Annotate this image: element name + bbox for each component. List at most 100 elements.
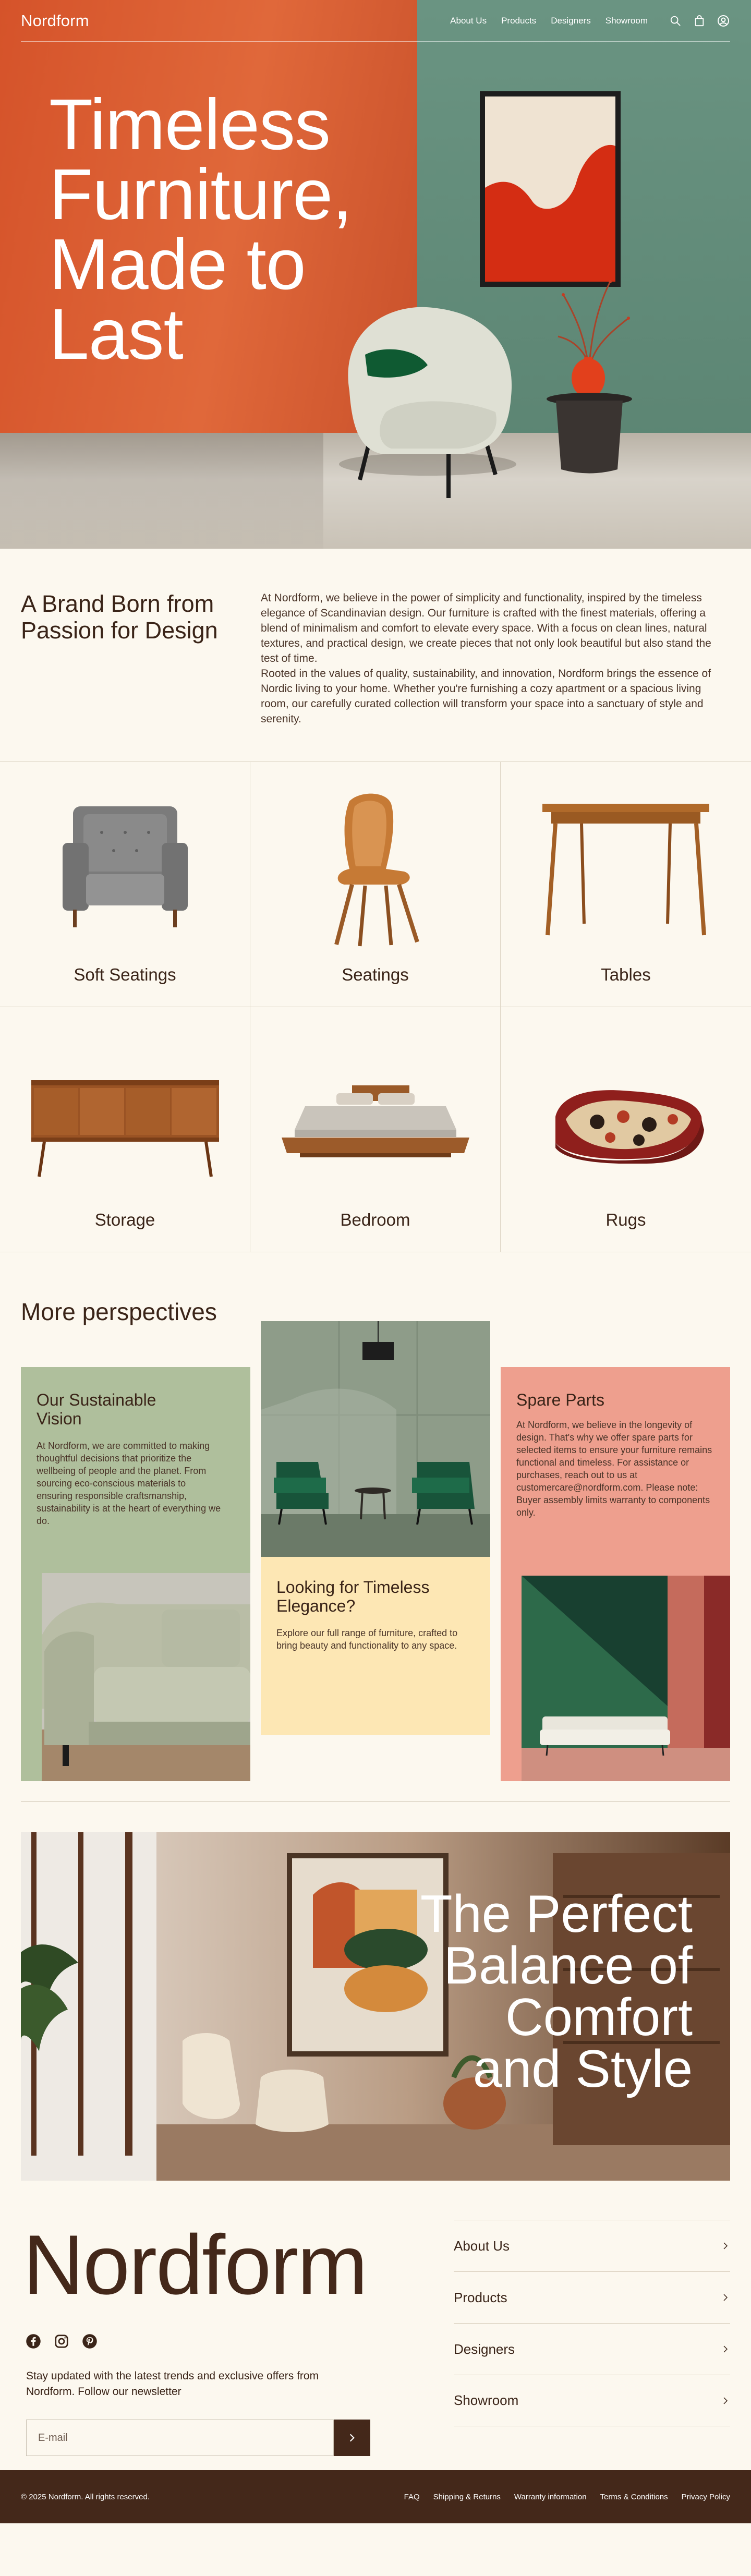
hero: Nordform About Us Products Designers Sho…	[0, 0, 751, 549]
newsletter-form	[26, 2420, 370, 2456]
timeless-elegance-content: Looking for Timeless Elegance? Explore o…	[261, 1557, 490, 1673]
footer-brand: Nordform	[23, 2218, 368, 2312]
email-input[interactable]	[26, 2420, 334, 2456]
perspectives-heading: More perspectives	[21, 1298, 217, 1325]
category-label: Storage	[94, 1210, 155, 1229]
footer-nav-products[interactable]: Products	[454, 2271, 730, 2323]
sustainable-vision-content: Our Sustainable Vision At Nordform, we a…	[21, 1367, 250, 1527]
lounge-chairs-image	[261, 1321, 490, 1557]
instagram-icon[interactable]	[53, 2333, 70, 2350]
spare-parts-card[interactable]: Spare Parts At Nordform, we believe in t…	[501, 1367, 730, 1781]
nav-icons	[669, 14, 730, 28]
brand-logo[interactable]: Nordform	[21, 11, 89, 30]
nav-right: About Us Products Designers Showroom	[450, 14, 730, 28]
comfort-style-banner: The Perfect Balance of Comfort and Style	[21, 1832, 730, 2181]
footer-nav-label: About Us	[454, 2238, 510, 2254]
legal-link-terms[interactable]: Terms & Conditions	[600, 2493, 668, 2501]
user-icon[interactable]	[717, 14, 730, 28]
newsletter-text: Stay updated with the latest trends and …	[26, 2370, 319, 2398]
chevron-right-icon	[723, 2345, 728, 2353]
sustainable-vision-title: Our Sustainable Vision	[37, 1390, 156, 1428]
chevron-right-icon	[723, 2242, 728, 2250]
rug-image	[555, 1090, 704, 1164]
category-storage[interactable]: Storage	[0, 1007, 250, 1252]
category-label: Seatings	[342, 965, 409, 984]
spare-parts-text: At Nordform, we believe in the longevity…	[516, 1420, 712, 1518]
hero-floor-shadow	[0, 433, 323, 549]
facebook-icon[interactable]	[25, 2333, 42, 2350]
footer-nav-label: Designers	[454, 2341, 515, 2357]
newsletter-submit-button[interactable]	[334, 2420, 370, 2456]
hero-title-line: Made to	[49, 224, 306, 305]
nav-link-products[interactable]: Products	[501, 16, 536, 26]
nav-link-about[interactable]: About Us	[450, 16, 487, 26]
brand-paragraph: Rooted in the values of quality, sustain…	[261, 668, 711, 725]
spare-parts-title: Spare Parts	[516, 1390, 604, 1409]
lounge-chairs-photo[interactable]	[261, 1321, 490, 1557]
sustainable-vision-text: At Nordform, we are committed to making …	[37, 1441, 221, 1526]
footer-nav-designers[interactable]: Designers	[454, 2323, 730, 2375]
social-links	[25, 2333, 98, 2350]
brand-paragraph: At Nordform, we believe in the power of …	[261, 592, 711, 664]
banner-title-line: Comfort	[505, 1988, 693, 2047]
chair-image	[334, 793, 419, 947]
legal-link-privacy[interactable]: Privacy Policy	[682, 2493, 730, 2501]
footer-nav-showroom[interactable]: Showroom	[454, 2375, 730, 2426]
footer-navigation: About Us Products Designers Showroom	[454, 2220, 730, 2426]
bottom-bar: © 2025 Nordform. All rights reserved. FA…	[0, 2470, 751, 2523]
footer-nav-about[interactable]: About Us	[454, 2220, 730, 2271]
search-icon[interactable]	[669, 14, 682, 28]
footer: Nordform Stay updated with the latest tr…	[0, 2181, 751, 2523]
nav-link-showroom[interactable]: Showroom	[605, 16, 648, 26]
banner-title-line: and Style	[473, 2040, 693, 2098]
category-label: Bedroom	[340, 1210, 410, 1229]
category-seatings[interactable]: Seatings	[250, 762, 501, 1007]
category-bedroom[interactable]: Bedroom	[250, 1007, 501, 1252]
sustainable-vision-card[interactable]: Our Sustainable Vision At Nordform, we a…	[21, 1367, 250, 1781]
white-sofa-photo	[522, 1576, 730, 1781]
legal-link-warranty[interactable]: Warranty information	[514, 2493, 587, 2501]
category-grid: Soft Seatings Seatings Tables Storage Be…	[0, 761, 751, 1252]
nav-links: About Us Products Designers Showroom	[450, 16, 648, 26]
sofa-photo	[42, 1573, 250, 1781]
top-navigation: Nordform About Us Products Designers Sho…	[21, 0, 730, 42]
shopping-bag-icon[interactable]	[693, 14, 706, 28]
table-image	[542, 804, 709, 936]
hero-title-line: Furniture,	[49, 154, 353, 235]
copyright: © 2025 Nordform. All rights reserved.	[21, 2492, 150, 2501]
legal-link-faq[interactable]: FAQ	[404, 2493, 420, 2501]
hero-side-table	[547, 280, 632, 474]
category-label: Tables	[601, 965, 651, 984]
timeless-elegance-title: Looking for Timeless Elegance?	[276, 1578, 430, 1615]
pinterest-icon[interactable]	[81, 2333, 98, 2350]
legal-links: FAQ Shipping & Returns Warranty informat…	[404, 2493, 730, 2501]
category-label: Soft Seatings	[74, 965, 176, 984]
armchair-image	[62, 806, 188, 927]
chevron-right-icon	[723, 2397, 728, 2404]
banner-title-line: The Perfect	[420, 1885, 693, 1943]
brand-section: A Brand Born from Passion for Design At …	[0, 549, 751, 761]
hero-title: Timeless Furniture, Made to Last	[49, 89, 425, 370]
chevron-right-icon	[723, 2294, 728, 2301]
category-rugs[interactable]: Rugs	[501, 1007, 751, 1252]
footer-main: Nordform Stay updated with the latest tr…	[0, 2181, 751, 2470]
nav-link-designers[interactable]: Designers	[551, 16, 591, 26]
timeless-elegance-text: Explore our full range of furniture, cra…	[276, 1628, 458, 1651]
timeless-elegance-card[interactable]: Looking for Timeless Elegance? Explore o…	[261, 1557, 490, 1735]
category-tables[interactable]: Tables	[501, 762, 751, 1007]
banner-title-line: Balance of	[443, 1937, 693, 1995]
section-divider	[21, 1801, 730, 1802]
banner-title: The Perfect Balance of Comfort and Style	[380, 1888, 693, 2098]
footer-nav-label: Showroom	[454, 2392, 519, 2408]
legal-link-shipping[interactable]: Shipping & Returns	[433, 2493, 501, 2501]
footer-nav-label: Products	[454, 2289, 507, 2305]
category-soft-seatings[interactable]: Soft Seatings	[0, 762, 250, 1007]
bed-image	[281, 1085, 469, 1157]
spare-parts-content: Spare Parts At Nordform, we believe in t…	[501, 1367, 730, 1519]
brand-heading: A Brand Born from Passion for Design	[21, 590, 218, 644]
hero-title-line: Last	[49, 294, 184, 374]
hero-title-line: Timeless	[49, 84, 331, 165]
perspectives-section: More perspectives Our Sustainable Vision…	[0, 1252, 751, 1803]
chevron-right-icon	[349, 2434, 355, 2442]
brand-text: At Nordform, we believe in the power of …	[261, 590, 730, 761]
